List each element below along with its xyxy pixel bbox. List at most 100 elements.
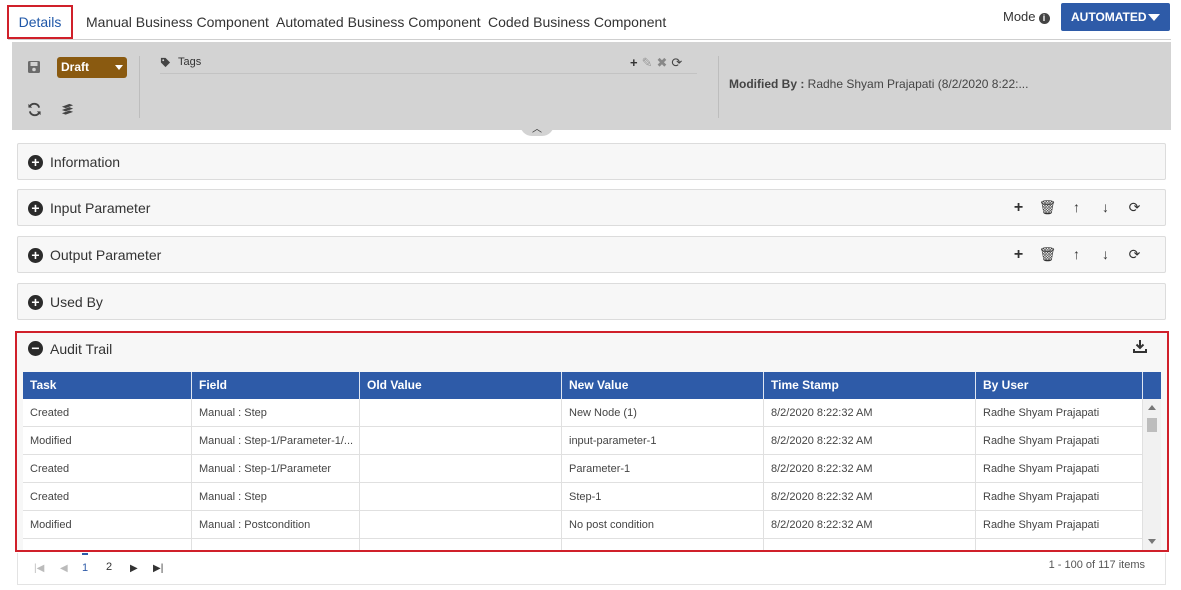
pager: |◀ ◀ 1 2 ▶ ▶| 1 - 100 of 117 items — [17, 553, 1166, 585]
cell-time-stamp: 8/2/2020 8:22:32 AM — [764, 455, 976, 483]
minus-circle-icon: − — [28, 341, 43, 356]
cell-field: Manual : Step-1/Parameter — [192, 455, 360, 483]
refresh-icon[interactable]: ⟳ — [1120, 199, 1149, 216]
cell-old-value — [360, 511, 562, 539]
column-header-old-value[interactable]: Old Value — [360, 372, 562, 399]
mode-label: Mode i — [1003, 9, 1050, 24]
modified-by: Modified By : Radhe Shyam Prajapati (8/2… — [729, 77, 1028, 91]
save-icon[interactable] — [27, 60, 41, 77]
tag-icon — [160, 55, 171, 71]
collapse-toolbar-button[interactable]: ︿ — [520, 124, 554, 136]
info-icon[interactable]: i — [1038, 13, 1050, 24]
scroll-down-icon[interactable] — [1148, 539, 1156, 544]
add-icon[interactable]: + — [1004, 246, 1033, 264]
delete-icon[interactable]: 🗑 — [1033, 246, 1062, 263]
plus-circle-icon: + — [28, 295, 43, 310]
plus-circle-icon: + — [28, 248, 43, 263]
arrow-up-icon[interactable]: ↑ — [1062, 246, 1091, 262]
toolbar-divider — [718, 56, 719, 118]
close-icon[interactable]: ✖ — [657, 55, 672, 70]
panel-information[interactable]: + Information — [17, 143, 1166, 180]
tab-automated-business-component[interactable]: Automated Business Component — [276, 14, 481, 30]
previous-page-icon[interactable]: ◀ — [60, 563, 68, 574]
edit-icon[interactable]: ✎ — [642, 55, 657, 70]
page-2[interactable]: 2 — [106, 561, 112, 573]
cell-by-user: Radhe Shyam Prajapati — [976, 483, 1143, 511]
column-header-by-user[interactable]: By User — [976, 372, 1143, 399]
panel-title: Information — [50, 154, 121, 170]
cell-field — [192, 539, 360, 550]
delete-icon[interactable]: 🗑 — [1033, 199, 1062, 216]
table-row[interactable] — [23, 539, 1143, 550]
refresh-icon[interactable] — [27, 102, 42, 120]
next-page-icon[interactable]: ▶ — [130, 563, 138, 574]
panel-output-parameter[interactable]: + Output Parameter + 🗑 ↑ ↓ ⟳ — [17, 236, 1166, 273]
panel-used-by[interactable]: + Used By — [17, 283, 1166, 320]
table-row[interactable]: Created Manual : Step Step-1 8/2/2020 8:… — [23, 483, 1143, 511]
cell-by-user — [976, 539, 1143, 550]
cell-task: Created — [23, 399, 192, 427]
cell-task: Modified — [23, 511, 192, 539]
last-page-icon[interactable]: ▶| — [153, 563, 163, 574]
column-header-new-value[interactable]: New Value — [562, 372, 764, 399]
add-icon[interactable]: + — [1004, 199, 1033, 217]
mode-value: AUTOMATED — [1071, 10, 1147, 24]
caret-down-icon — [115, 65, 123, 70]
tab-bar: Details Manual Business Component Automa… — [0, 0, 1181, 41]
arrow-up-icon[interactable]: ↑ — [1062, 199, 1091, 215]
table-row[interactable]: Modified Manual : Postcondition No post … — [23, 511, 1143, 539]
tags-label: Tags — [178, 56, 202, 68]
panel-input-parameter[interactable]: + Input Parameter + 🗑 ↑ ↓ ⟳ — [17, 189, 1166, 226]
status-dropdown[interactable]: Draft — [57, 57, 127, 78]
cell-old-value — [360, 399, 562, 427]
column-header-task[interactable]: Task — [23, 372, 192, 399]
add-icon[interactable]: + — [630, 55, 642, 70]
modified-by-label: Modified By : — [729, 77, 805, 91]
arrow-down-icon[interactable]: ↓ — [1091, 199, 1120, 215]
arrow-down-icon[interactable]: ↓ — [1091, 246, 1120, 262]
table-row[interactable]: Created Manual : Step New Node (1) 8/2/2… — [23, 399, 1143, 427]
component-toolbar: Draft Tags +✎✖⟳ Modified By : Radhe Shya… — [12, 42, 1171, 136]
cell-new-value: Step-1 — [562, 483, 764, 511]
table-row[interactable]: Modified Manual : Step-1/Parameter-1/...… — [23, 427, 1143, 455]
panel-actions: + 🗑 ↑ ↓ ⟳ — [1004, 199, 1149, 217]
cell-by-user: Radhe Shyam Prajapati — [976, 455, 1143, 483]
download-icon[interactable] — [1133, 339, 1147, 356]
panel-title: Used By — [50, 294, 103, 310]
cell-field: Manual : Step-1/Parameter-1/... — [192, 427, 360, 455]
cell-time-stamp: 8/2/2020 8:22:32 AM — [764, 399, 976, 427]
tag-actions: +✎✖⟳ — [630, 55, 686, 71]
cell-new-value: New Node (1) — [562, 399, 764, 427]
tags-input[interactable] — [160, 73, 697, 74]
scroll-up-icon[interactable] — [1148, 405, 1156, 410]
grid-header: Task Field Old Value New Value Time Stam… — [23, 372, 1161, 399]
audit-trail-grid: Task Field Old Value New Value Time Stam… — [23, 372, 1161, 550]
refresh-icon[interactable]: ⟳ — [671, 55, 686, 70]
page-1[interactable]: 1 — [82, 553, 89, 575]
panel-audit-trail: − Audit Trail Task Field Old Value New V… — [15, 331, 1169, 552]
cell-task: Created — [23, 455, 192, 483]
layers-icon[interactable] — [60, 102, 75, 120]
cell-time-stamp — [764, 539, 976, 550]
cell-field: Manual : Postcondition — [192, 511, 360, 539]
column-header-time-stamp[interactable]: Time Stamp — [764, 372, 976, 399]
cell-field: Manual : Step — [192, 483, 360, 511]
mode-label-text: Mode — [1003, 9, 1036, 24]
cell-field: Manual : Step — [192, 399, 360, 427]
mode-dropdown[interactable]: AUTOMATED — [1061, 3, 1170, 31]
panel-actions: + 🗑 ↑ ↓ ⟳ — [1004, 246, 1149, 264]
caret-down-icon — [1148, 14, 1160, 21]
table-row[interactable]: Created Manual : Step-1/Parameter Parame… — [23, 455, 1143, 483]
column-header-field[interactable]: Field — [192, 372, 360, 399]
tab-manual-business-component[interactable]: Manual Business Component — [86, 14, 269, 30]
cell-time-stamp: 8/2/2020 8:22:32 AM — [764, 511, 976, 539]
refresh-icon[interactable]: ⟳ — [1120, 246, 1149, 263]
tab-details[interactable]: Details — [7, 5, 73, 39]
scroll-thumb[interactable] — [1147, 418, 1157, 432]
first-page-icon[interactable]: |◀ — [34, 563, 44, 574]
audit-trail-header[interactable]: − Audit Trail — [17, 333, 1167, 367]
cell-old-value — [360, 483, 562, 511]
tab-coded-business-component[interactable]: Coded Business Component — [488, 14, 666, 30]
cell-by-user: Radhe Shyam Prajapati — [976, 511, 1143, 539]
vertical-scrollbar[interactable] — [1143, 399, 1161, 550]
